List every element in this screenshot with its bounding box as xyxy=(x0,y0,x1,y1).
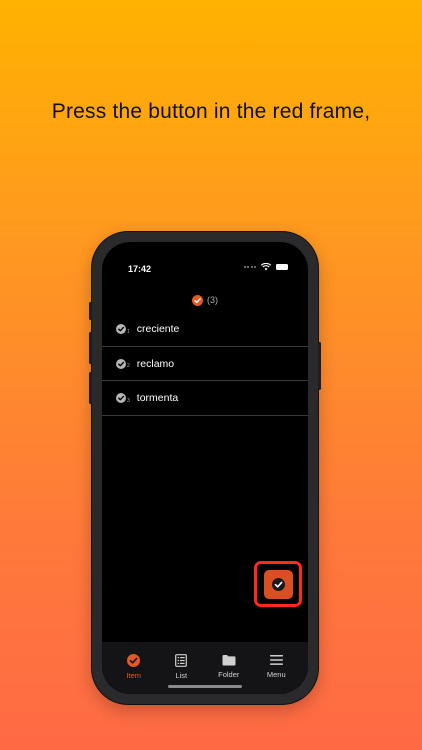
tab-label: Folder xyxy=(218,670,240,679)
item-label: creciente xyxy=(136,323,180,336)
volume-down-button xyxy=(89,372,92,404)
check-action-button[interactable] xyxy=(263,569,293,599)
item-label: tormenta xyxy=(136,392,179,405)
items-header: (3) xyxy=(102,293,308,307)
signal-icon xyxy=(243,266,256,268)
list-item[interactable]: 2 reclamo xyxy=(102,347,308,381)
check-circle-icon xyxy=(116,393,126,404)
volume-up-button xyxy=(89,332,92,364)
instruction-caption: Press the button in the red frame, xyxy=(51,100,371,123)
list-icon xyxy=(175,654,188,667)
status-time: 17:42 xyxy=(128,264,152,274)
item-list: 1 creciente 2 reclamo 3 tormenta xyxy=(102,312,308,416)
item-label: reclamo xyxy=(136,357,175,370)
status-bar: 17:42 xyxy=(102,262,308,278)
side-button xyxy=(89,302,92,320)
tab-item[interactable]: Item xyxy=(112,642,156,694)
tab-label: Item xyxy=(126,671,142,680)
folder-icon xyxy=(222,655,236,666)
tab-bar: Item List Folder Menu xyxy=(102,642,308,694)
check-circle-icon xyxy=(127,654,141,667)
wifi-icon xyxy=(261,263,271,271)
item-number: 3 xyxy=(127,397,130,404)
item-number: 1 xyxy=(127,328,130,335)
phone-mockup: 17:42 (3) 1 creciente 2 reclamo 3 tormen… xyxy=(89,232,321,704)
power-button xyxy=(318,342,321,390)
check-circle-icon xyxy=(192,294,203,306)
check-circle-icon xyxy=(116,358,126,369)
list-item[interactable]: 1 creciente xyxy=(102,312,308,347)
menu-icon xyxy=(269,655,283,665)
list-item[interactable]: 3 tormenta xyxy=(102,381,308,416)
item-count: (3) xyxy=(207,295,218,305)
check-circle-icon xyxy=(271,577,285,591)
divider xyxy=(102,414,308,416)
battery-icon xyxy=(276,264,288,270)
highlight-frame xyxy=(254,561,302,607)
tab-label: List xyxy=(175,671,188,680)
home-indicator xyxy=(168,685,242,688)
tab-label: Menu xyxy=(266,670,286,679)
item-number: 2 xyxy=(127,363,130,369)
check-circle-icon xyxy=(116,324,126,335)
app-screen: 17:42 (3) 1 creciente 2 reclamo 3 tormen… xyxy=(102,242,308,694)
tab-menu[interactable]: Menu xyxy=(254,642,298,694)
